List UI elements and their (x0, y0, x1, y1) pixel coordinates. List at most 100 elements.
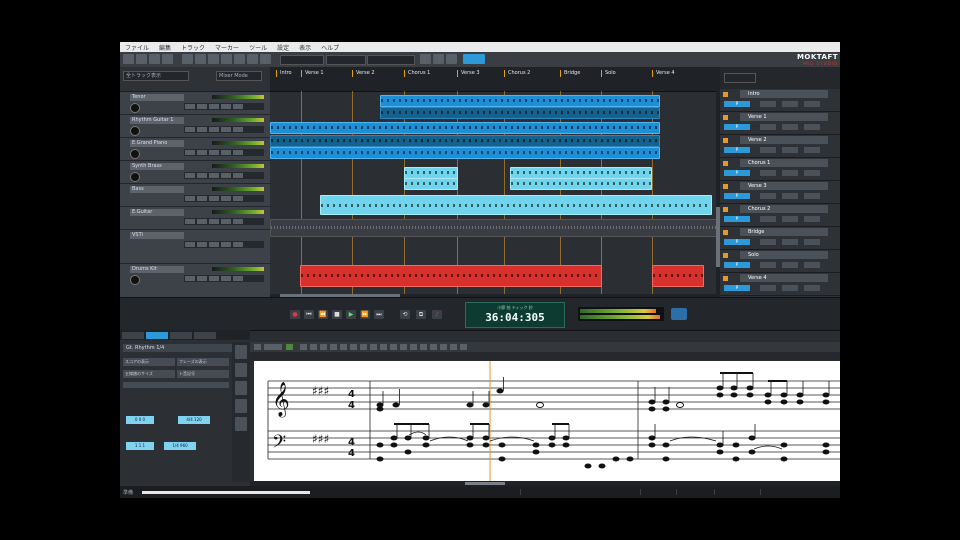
open-folder-icon[interactable] (136, 54, 147, 64)
instrument-tag[interactable]: P (724, 124, 750, 130)
instrument-control[interactable] (760, 239, 776, 245)
instrument-name[interactable]: Chorus 2 (740, 205, 828, 213)
marker-label[interactable]: Chorus 2 (504, 70, 530, 77)
snap-select[interactable] (280, 55, 324, 65)
instrument-name[interactable]: Chorus 1 (740, 159, 828, 167)
track-controls[interactable] (184, 218, 264, 225)
inspector-value[interactable]: 0 0 0 (126, 416, 154, 424)
quantize-select[interactable] (326, 55, 366, 65)
fast-forward-icon[interactable]: ⏩ (360, 310, 370, 319)
instrument-name[interactable]: Solo (740, 251, 828, 259)
track-name[interactable]: Tenor (130, 94, 184, 101)
mute-tool-icon[interactable] (247, 54, 258, 64)
instrument-tag[interactable]: P (724, 285, 750, 291)
instrument-control[interactable] (804, 262, 820, 268)
score-tool-icon[interactable] (254, 344, 261, 350)
view-toggle-button[interactable] (463, 54, 485, 64)
instrument-control[interactable] (804, 216, 820, 222)
note-tool-icon[interactable] (235, 345, 247, 359)
pan-knob[interactable] (130, 172, 140, 182)
instrument-name[interactable]: Verse 1 (740, 113, 828, 121)
track-name[interactable]: E.Grand Piano (130, 140, 184, 147)
track-name[interactable]: Synth Brass (130, 163, 184, 170)
instrument-tag[interactable]: P (724, 170, 750, 176)
instrument-control[interactable] (782, 216, 798, 222)
instrument-item[interactable]: Bridge P (720, 227, 840, 250)
audio-clip[interactable] (270, 219, 716, 237)
symbol-tool-icon[interactable] (235, 417, 247, 431)
midi-clip[interactable] (270, 147, 660, 159)
instrument-control[interactable] (760, 262, 776, 268)
instrument-item[interactable]: Intro P (720, 89, 840, 112)
pan-knob[interactable] (130, 126, 140, 136)
split-tool-icon[interactable] (221, 54, 232, 64)
inspector-field[interactable]: 五線譜のサイズ (123, 370, 175, 378)
instrument-name[interactable]: Intro (740, 90, 828, 98)
score-tool-icon[interactable] (310, 344, 317, 350)
inspector-field[interactable]: スコアの表示 (123, 358, 175, 366)
instrument-control[interactable] (804, 170, 820, 176)
pencil-tool-icon[interactable] (195, 54, 206, 64)
score-tool-icon[interactable] (440, 344, 447, 350)
pan-knob[interactable] (130, 275, 140, 285)
score-tool-icon[interactable] (264, 344, 282, 350)
instrument-control[interactable] (782, 262, 798, 268)
score-tool-icon[interactable] (450, 344, 457, 350)
score-tool-icon[interactable] (410, 344, 417, 350)
instrument-tag[interactable]: P (724, 101, 750, 107)
eraser-tool-icon[interactable] (208, 54, 219, 64)
midi-clip[interactable] (270, 122, 660, 134)
score-tool-icon[interactable] (420, 344, 427, 350)
chord-tool-icon[interactable] (235, 381, 247, 395)
punch-icon[interactable]: ⧉ (416, 310, 426, 319)
marker-label[interactable]: Intro (276, 70, 292, 77)
track-row[interactable]: E.Grand Piano (120, 138, 270, 161)
menu-file[interactable]: ファイル (120, 43, 154, 52)
inspector-tab[interactable] (170, 332, 192, 339)
rest-tool-icon[interactable] (235, 363, 247, 377)
instrument-control[interactable] (760, 124, 776, 130)
record-icon[interactable]: ● (290, 310, 300, 319)
score-tool-icon[interactable] (340, 344, 347, 350)
record-mode-icon[interactable] (420, 54, 431, 64)
midi-clip[interactable] (380, 107, 660, 119)
score-tool-icon[interactable] (430, 344, 437, 350)
score-tool-icon[interactable] (390, 344, 397, 350)
track-name[interactable]: Bass (130, 186, 184, 193)
instrument-control[interactable] (760, 147, 776, 153)
score-ruler[interactable] (250, 352, 840, 360)
track-controls[interactable] (184, 275, 264, 282)
marker-label[interactable]: Bridge (560, 70, 580, 77)
instrument-control[interactable] (760, 193, 776, 199)
instrument-control[interactable] (804, 193, 820, 199)
menu-marker[interactable]: マーカー (210, 43, 244, 52)
instrument-tag[interactable]: P (724, 193, 750, 199)
instrument-control[interactable] (782, 170, 798, 176)
track-row[interactable]: Rhythm Guitar 1 (120, 115, 270, 138)
instrument-control[interactable] (804, 101, 820, 107)
loop-mode-icon[interactable] (433, 54, 444, 64)
midi-clip[interactable] (404, 178, 458, 190)
forward-end-icon[interactable]: ⏭ (374, 310, 384, 319)
score-tool-icon[interactable] (286, 344, 293, 350)
track-view-select[interactable]: 全トラック表示 (123, 71, 189, 81)
track-controls[interactable] (184, 126, 264, 133)
instrument-name[interactable]: Verse 3 (740, 182, 828, 190)
instrument-name[interactable]: Verse 2 (740, 136, 828, 144)
instrument-control[interactable] (760, 170, 776, 176)
save-icon[interactable] (149, 54, 160, 64)
zoom-tool-icon[interactable] (260, 54, 271, 64)
inspector-value[interactable]: 1/4 960 (164, 442, 196, 450)
track-row[interactable]: Bass (120, 184, 270, 207)
score-tool-icon[interactable] (380, 344, 387, 350)
select-tool-icon[interactable] (182, 54, 193, 64)
lyric-tool-icon[interactable] (235, 399, 247, 413)
timeline-ruler[interactable]: Intro Verse 1 Verse 2 Chorus 1 Verse 3 C… (270, 67, 716, 92)
marker-label[interactable]: Solo (601, 70, 616, 77)
glue-tool-icon[interactable] (234, 54, 245, 64)
pan-knob[interactable] (130, 149, 140, 159)
instrument-control[interactable] (782, 285, 798, 291)
time-display[interactable]: 小節 拍 ティック 秒 36:04:305 (465, 302, 565, 328)
arrange-view[interactable]: Intro Verse 1 Verse 2 Chorus 1 Verse 3 C… (270, 67, 716, 297)
menu-settings[interactable]: 設定 (272, 43, 294, 52)
